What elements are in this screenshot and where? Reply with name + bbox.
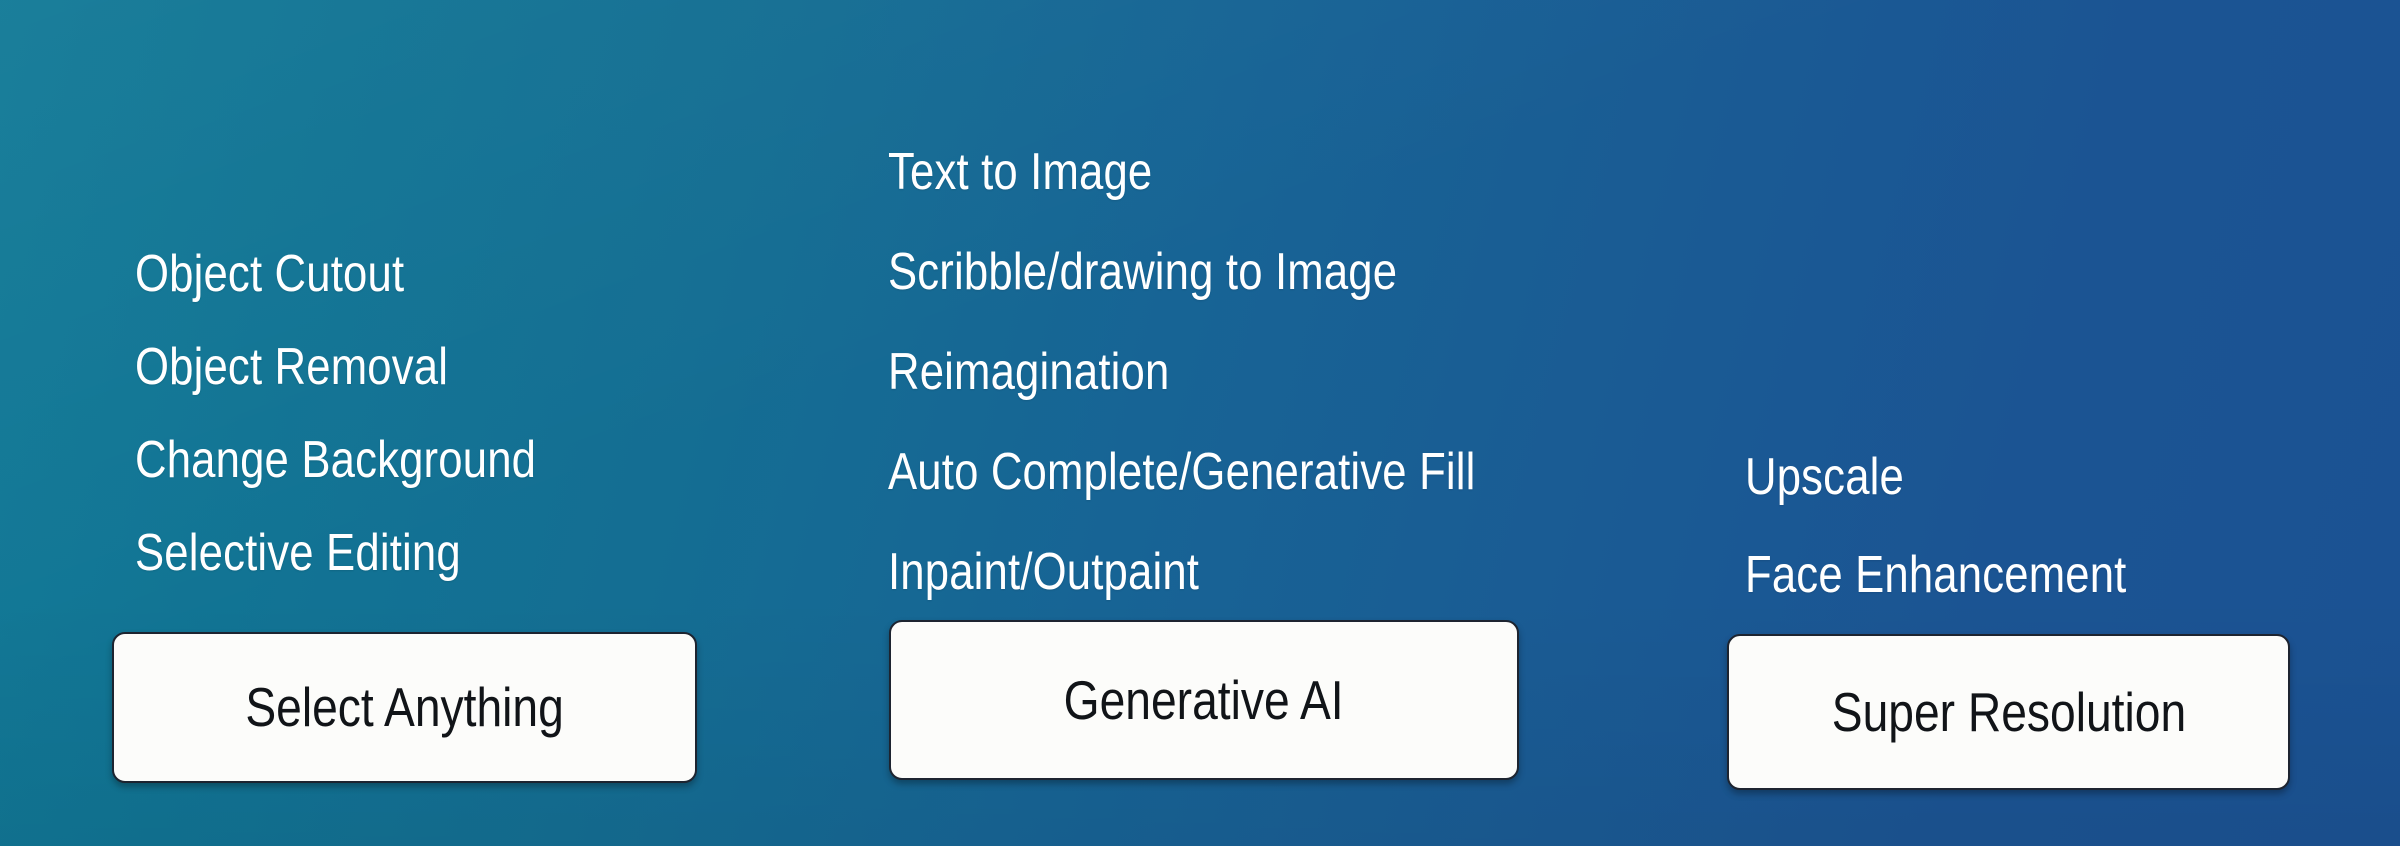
- feature-item: Reimagination: [888, 343, 1170, 401]
- feature-item: Face Enhancement: [1745, 546, 2127, 604]
- select-anything-button-label: Select Anything: [245, 676, 564, 738]
- feature-item: Upscale: [1745, 448, 1904, 506]
- super-resolution-button[interactable]: Super Resolution: [1727, 634, 2290, 790]
- feature-item: Selective Editing: [135, 524, 461, 582]
- generative-ai-button-label: Generative AI: [1064, 668, 1344, 731]
- feature-item: Text to Image: [888, 143, 1153, 201]
- super-resolution-button-label: Super Resolution: [1831, 680, 2186, 743]
- feature-list-select-anything: Object Cutout Object Removal Change Back…: [135, 228, 613, 600]
- feature-overview-canvas: Object Cutout Object Removal Change Back…: [0, 0, 2400, 846]
- generative-ai-button[interactable]: Generative AI: [889, 620, 1519, 780]
- select-anything-button[interactable]: Select Anything: [112, 632, 697, 783]
- feature-list-super-resolution: Upscale Face Enhancement: [1745, 428, 2199, 624]
- feature-list-generative-ai: Text to Image Scribble/drawing to Image …: [888, 122, 1587, 622]
- feature-item: Inpaint/Outpaint: [888, 543, 1200, 601]
- feature-item: Auto Complete/Generative Fill: [888, 443, 1476, 501]
- feature-item: Change Background: [135, 431, 537, 489]
- feature-item: Scribble/drawing to Image: [888, 243, 1398, 301]
- feature-group-select-anything: Object Cutout Object Removal Change Back…: [135, 228, 613, 600]
- feature-group-generative-ai: Text to Image Scribble/drawing to Image …: [888, 122, 1587, 622]
- feature-item: Object Cutout: [135, 245, 405, 303]
- feature-group-super-resolution: Upscale Face Enhancement: [1745, 428, 2199, 624]
- feature-item: Object Removal: [135, 338, 449, 396]
